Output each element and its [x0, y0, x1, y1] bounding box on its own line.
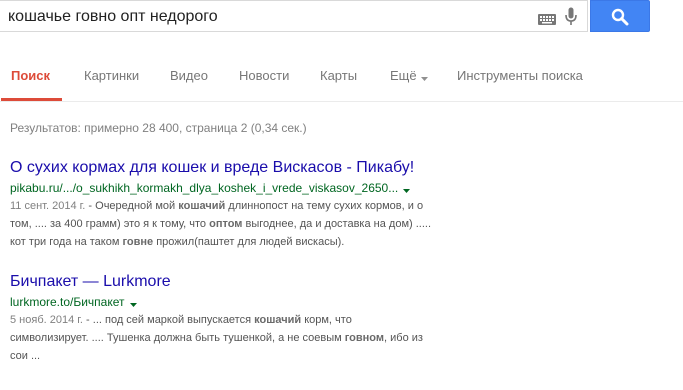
snippet-highlight: оптом — [209, 217, 243, 230]
snippet-text: - Очередной мой — [85, 199, 179, 212]
tab-more-label: Ещё — [390, 68, 417, 83]
snippet-text: корм, что — [301, 313, 352, 326]
snippet-text: кот три года на таком — [10, 235, 123, 248]
snippet-highlight: говне — [122, 235, 154, 248]
result-url-text[interactable]: pikabu.ru/.../o_sukhikh_kormakh_dlya_kos… — [10, 181, 398, 195]
snippet-line: кот три года на таком говне прожил(паште… — [10, 233, 530, 251]
search-result: Бичпакет — Lurkmore lurkmore.to/Бичпакет… — [10, 272, 530, 365]
search-button[interactable] — [590, 0, 650, 32]
snippet-line: символизирует. .... Тушенка должна быть … — [10, 329, 530, 347]
search-input[interactable] — [8, 7, 518, 27]
tab-maps[interactable]: Карты — [320, 68, 357, 83]
snippet-text: , ибо из — [384, 331, 423, 344]
result-date: 5 нояб. 2014 г. — [10, 313, 83, 326]
dropdown-arrow-icon[interactable] — [129, 295, 137, 311]
caret-down-icon — [420, 69, 428, 84]
result-snippet: 5 нояб. 2014 г. - ... под сей маркой вып… — [10, 311, 530, 365]
result-date: 11 сент. 2014 г. — [10, 199, 86, 212]
result-url: pikabu.ru/.../o_sukhikh_kormakh_dlya_kos… — [10, 180, 530, 197]
tab-more[interactable]: Ещё — [390, 68, 428, 84]
tab-news[interactable]: Новости — [239, 68, 289, 83]
snippet-text: выгоднее, да и доставка на дом) ..... — [242, 217, 432, 230]
search-result: О сухих кормах для кошек и вреде Вискасо… — [10, 158, 530, 251]
result-snippet: 11 сент. 2014 г. - Очередной мой кошачий… — [10, 197, 530, 251]
tab-search[interactable]: Поиск — [11, 68, 50, 83]
search-bar — [0, 0, 683, 36]
snippet-line: 5 нояб. 2014 г. - ... под сей маркой вып… — [10, 311, 530, 329]
snippet-text: том, .... за 400 грамм) это я к тому, чт… — [10, 217, 210, 230]
snippet-highlight: говном — [344, 331, 385, 344]
snippet-highlight: кошачий — [254, 313, 302, 326]
snippet-text: сои ... — [10, 349, 41, 362]
snippet-line: том, .... за 400 грамм) это я к тому, чт… — [10, 215, 530, 233]
result-url-text[interactable]: lurkmore.to/Бичпакет — [10, 295, 125, 309]
snippet-line: сои ... — [10, 347, 530, 365]
result-title-link[interactable]: О сухих кормах для кошек и вреде Вискасо… — [10, 158, 530, 178]
microphone-icon[interactable] — [565, 7, 577, 32]
magnifier-icon — [611, 8, 629, 26]
search-tabs: Поиск Картинки Видео Новости Карты Ещё И… — [0, 56, 683, 102]
snippet-text: длиннопост на тему сухих кормов, и о — [225, 199, 424, 212]
keyboard-icon[interactable] — [538, 12, 556, 30]
tab-search-tools[interactable]: Инструменты поиска — [457, 68, 583, 83]
result-url: lurkmore.to/Бичпакет — [10, 294, 530, 311]
result-title-link[interactable]: Бичпакет — Lurkmore — [10, 272, 530, 292]
result-stats: Результатов: примерно 28 400, страница 2… — [10, 121, 307, 135]
tab-images[interactable]: Картинки — [84, 68, 139, 83]
snippet-text: символизирует. .... Тушенка должна быть … — [10, 331, 345, 344]
snippet-text: прожил(паштет для людей вискасы). — [153, 235, 345, 248]
search-box[interactable] — [0, 0, 588, 32]
snippet-line: 11 сент. 2014 г. - Очередной мой кошачий… — [10, 197, 530, 215]
snippet-text: - ... под сей маркой выпускается — [83, 313, 255, 326]
tab-video[interactable]: Видео — [170, 68, 208, 83]
active-tab-indicator — [1, 98, 62, 101]
dropdown-arrow-icon[interactable] — [403, 181, 411, 197]
snippet-highlight: кошачий — [178, 199, 226, 212]
